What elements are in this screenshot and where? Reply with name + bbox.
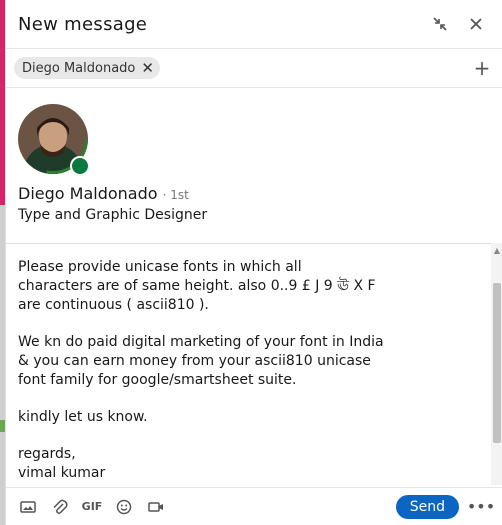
message-body[interactable]: Please provide unicase fonts in which al… xyxy=(6,243,502,485)
scroll-up-icon[interactable]: ▲ xyxy=(491,243,502,257)
recipient-name[interactable]: Diego Maldonado xyxy=(18,184,158,203)
gif-icon[interactable]: GIF xyxy=(78,493,106,521)
recipient-chip-label: Diego Maldonado xyxy=(22,60,136,76)
connection-degree: · 1st xyxy=(162,188,189,202)
recipient-profile: Diego Maldonado · 1st Type and Graphic D… xyxy=(6,88,502,243)
recipient-chip[interactable]: Diego Maldonado ✕ xyxy=(14,57,160,79)
new-message-window: New message Diego Maldonado ✕ + Diego Ma… xyxy=(5,0,502,525)
minimize-icon[interactable] xyxy=(426,10,454,38)
message-paragraph: We kn do paid digital marketing of your … xyxy=(18,334,384,388)
message-paragraph: kindly let us know. xyxy=(18,409,148,425)
close-icon[interactable] xyxy=(462,10,490,38)
scrollbar[interactable]: ▲ xyxy=(491,243,502,485)
add-recipient-icon[interactable]: + xyxy=(470,56,494,80)
video-icon[interactable] xyxy=(142,493,170,521)
attach-icon[interactable] xyxy=(46,493,74,521)
window-header: New message xyxy=(6,0,502,49)
recipient-headline: Type and Graphic Designer xyxy=(18,207,208,223)
message-paragraph: Please provide unicase fonts in which al… xyxy=(18,259,376,313)
send-button[interactable]: Send xyxy=(395,494,459,519)
scroll-thumb[interactable] xyxy=(493,283,501,443)
image-icon[interactable] xyxy=(14,493,42,521)
presence-indicator xyxy=(70,156,90,176)
recipients-bar: Diego Maldonado ✕ + xyxy=(6,49,502,88)
emoji-icon[interactable] xyxy=(110,493,138,521)
more-options-icon[interactable]: ••• xyxy=(467,493,495,521)
message-paragraph: regards, vimal kumar xyxy=(18,446,106,481)
message-text[interactable]: Please provide unicase fonts in which al… xyxy=(6,244,502,483)
recipient-name-line: Diego Maldonado · 1st xyxy=(18,184,490,203)
compose-toolbar: GIF Send ••• xyxy=(6,487,502,525)
remove-recipient-icon[interactable]: ✕ xyxy=(141,60,154,76)
window-title: New message xyxy=(18,13,148,35)
avatar-wrapper xyxy=(18,104,90,176)
